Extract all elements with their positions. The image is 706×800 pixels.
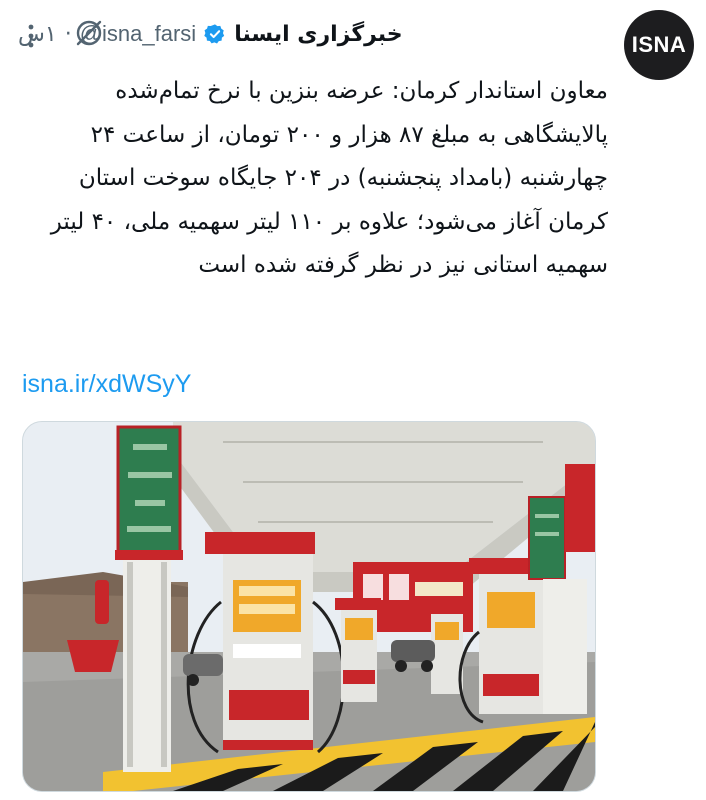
tweet-header: خبرگزاری ایسنا @isna_farsi · ۱س (18, 14, 606, 54)
tweet-media-image[interactable] (22, 421, 596, 792)
separator-dot: · (64, 21, 72, 47)
verified-badge-icon (204, 23, 226, 45)
more-icon[interactable] (26, 22, 36, 50)
fuel-pump-second (335, 598, 381, 702)
avatar[interactable]: ISNA (624, 10, 694, 80)
tweet-link[interactable]: isna.ir/xdWSyY (22, 370, 191, 399)
display-name[interactable]: خبرگزاری ایسنا (234, 22, 402, 47)
timestamp[interactable]: ۱س (18, 22, 57, 47)
avatar-text: ISNA (631, 32, 687, 57)
grok-icon[interactable] (72, 16, 106, 50)
tweet-text: معاون استاندار کرمان: عرضه بنزین با نرخ … (50, 78, 608, 278)
gas-station-photo (23, 422, 595, 791)
